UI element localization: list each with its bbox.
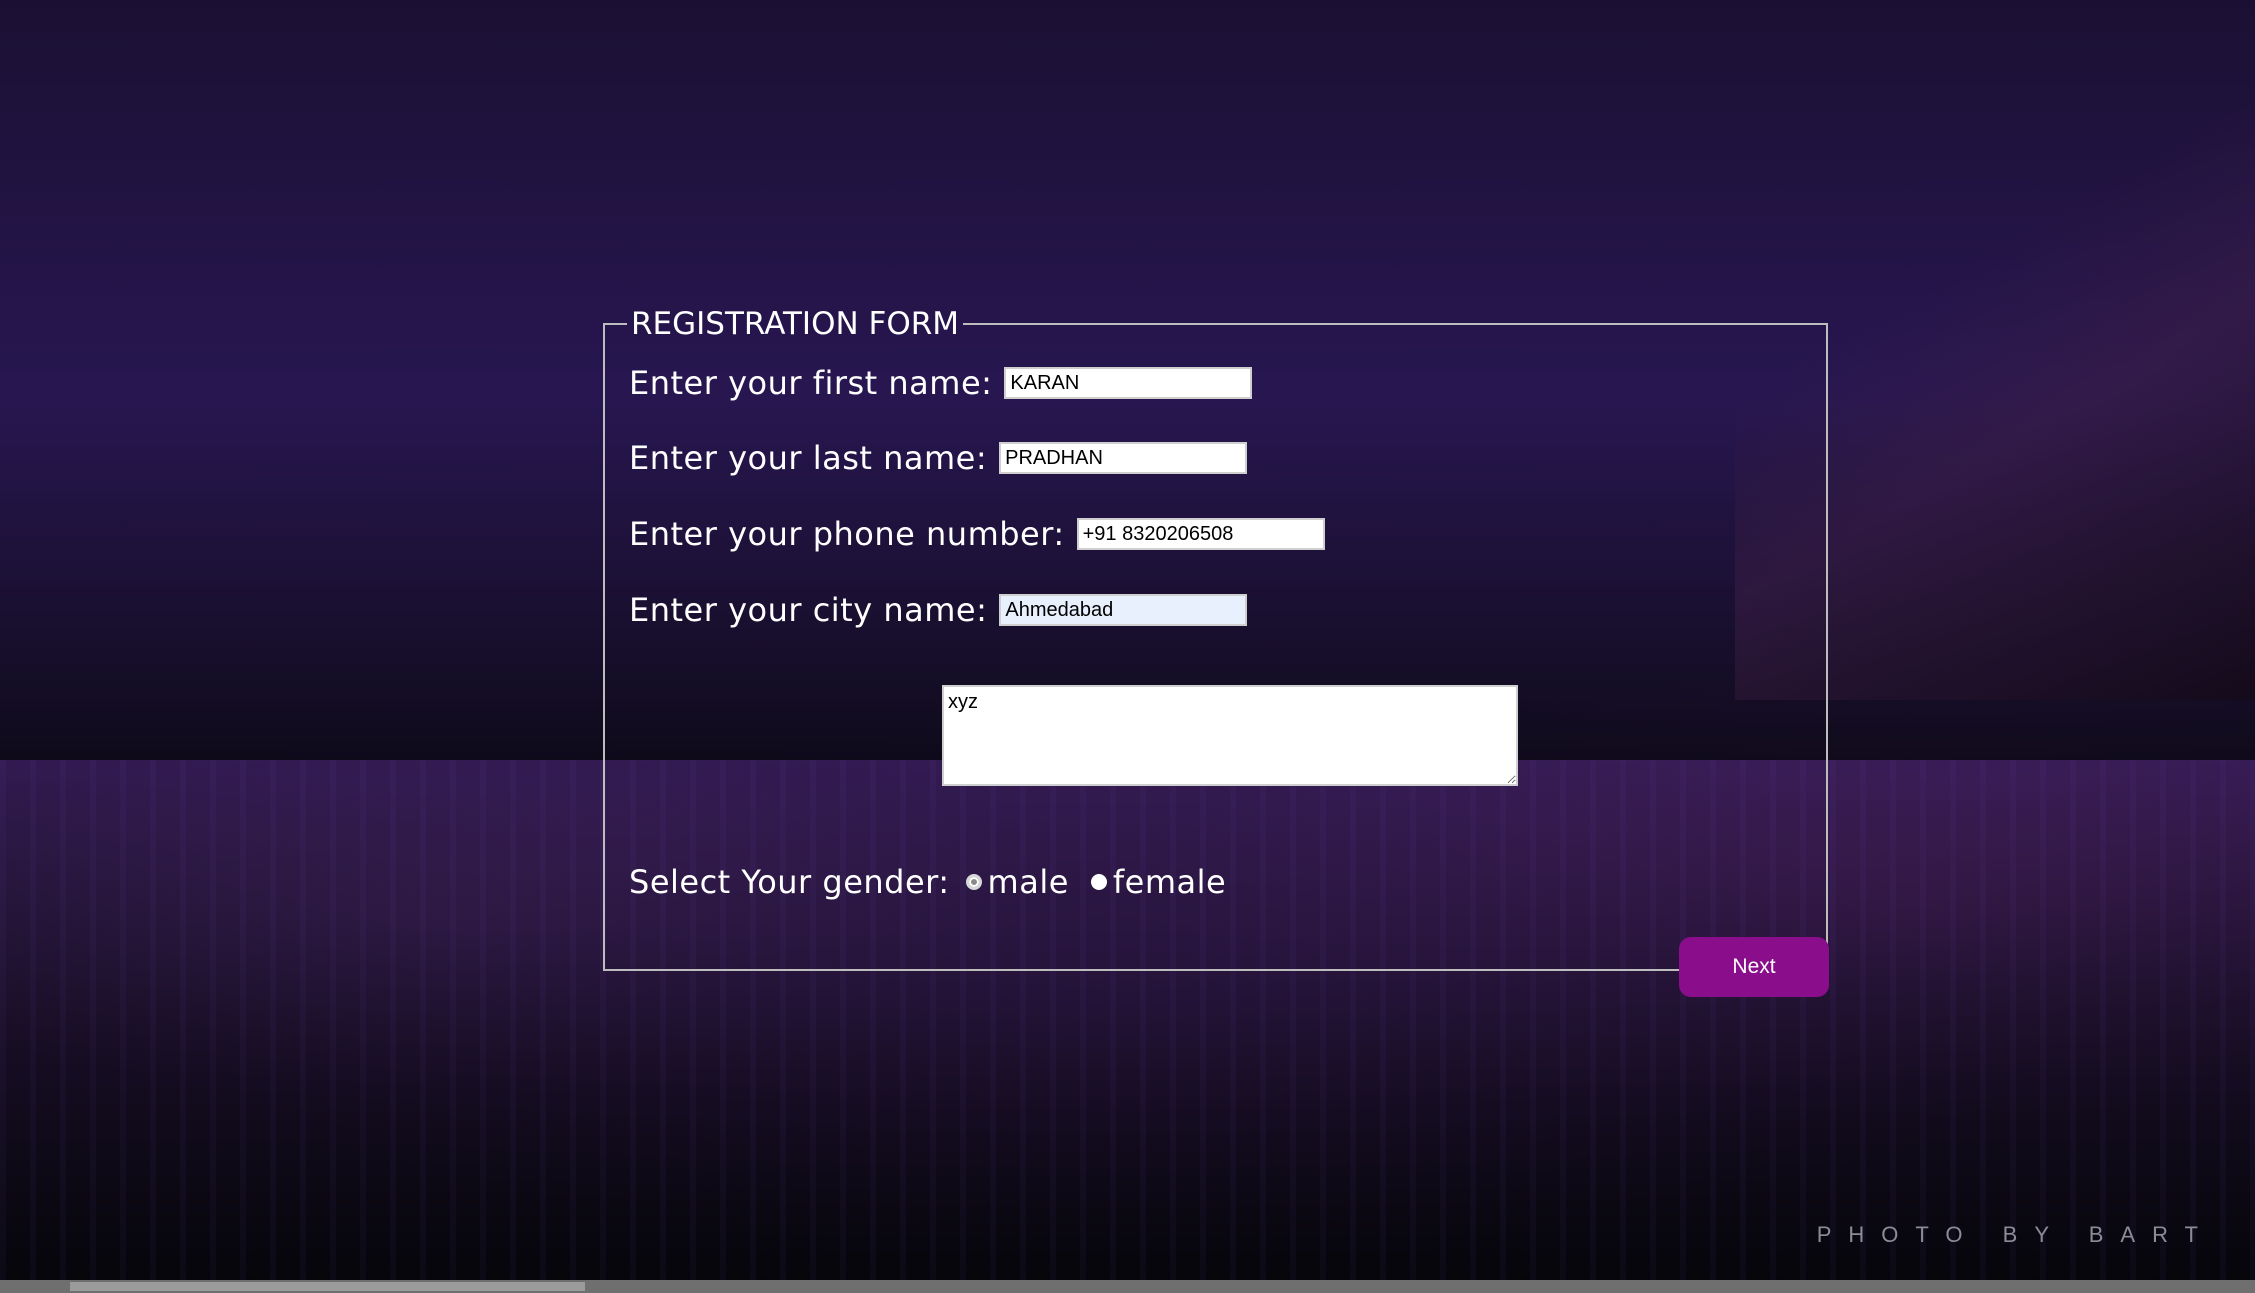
form-legend: REGISTRATION FORM [631, 306, 960, 342]
first-name-label: Enter your first name: [629, 364, 993, 402]
photo-credit: PHOTO BY BART [1816, 1222, 2215, 1247]
phone-input[interactable] [1076, 518, 1325, 550]
radio-male[interactable] [965, 874, 982, 890]
horizontal-scrollbar[interactable] [0, 1280, 2255, 1293]
radio-female[interactable] [1090, 874, 1107, 890]
phone-label: Enter your phone number: [629, 515, 1065, 553]
gender-option-male[interactable]: male [962, 863, 1069, 901]
first-name-row: Enter your first name: [629, 364, 1253, 402]
scrollbar-thumb[interactable] [70, 1282, 585, 1291]
gender-option-female[interactable]: female [1087, 863, 1226, 901]
last-name-row: Enter your last name: [629, 439, 1248, 477]
notes-textarea[interactable]: xyz [942, 685, 1518, 786]
next-button[interactable]: Next [1679, 937, 1829, 997]
gender-male-label: male [987, 863, 1069, 901]
last-name-input[interactable] [999, 442, 1248, 474]
gender-label: Select Your gender: [629, 863, 950, 901]
first-name-input[interactable] [1004, 367, 1253, 399]
registration-form: REGISTRATION FORM Enter your first name:… [603, 306, 1829, 997]
last-name-label: Enter your last name: [629, 439, 988, 477]
phone-row: Enter your phone number: [629, 515, 1325, 553]
gender-female-label: female [1112, 863, 1227, 901]
gender-row: Select Your gender: male female [629, 863, 1244, 901]
city-row: Enter your city name: [629, 591, 1248, 629]
city-input[interactable] [999, 594, 1248, 626]
city-label: Enter your city name: [629, 591, 988, 629]
